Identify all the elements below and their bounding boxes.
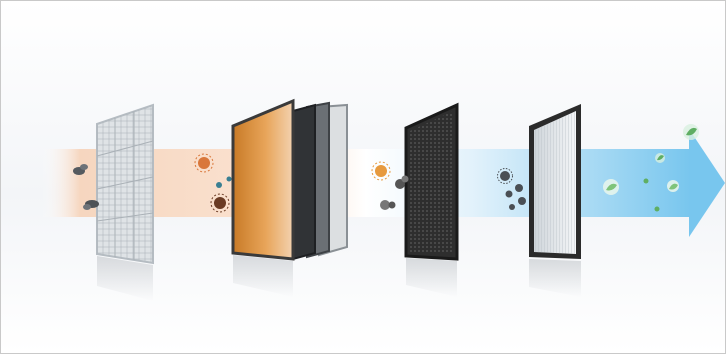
carbon-filter-stack — [231, 98, 348, 297]
pre-filter — [96, 103, 154, 301]
hepa-filter — [529, 104, 581, 297]
deodorizing-filter — [404, 102, 459, 297]
filtration-diagram — [41, 98, 725, 301]
air-filter-illustration — [0, 0, 726, 354]
